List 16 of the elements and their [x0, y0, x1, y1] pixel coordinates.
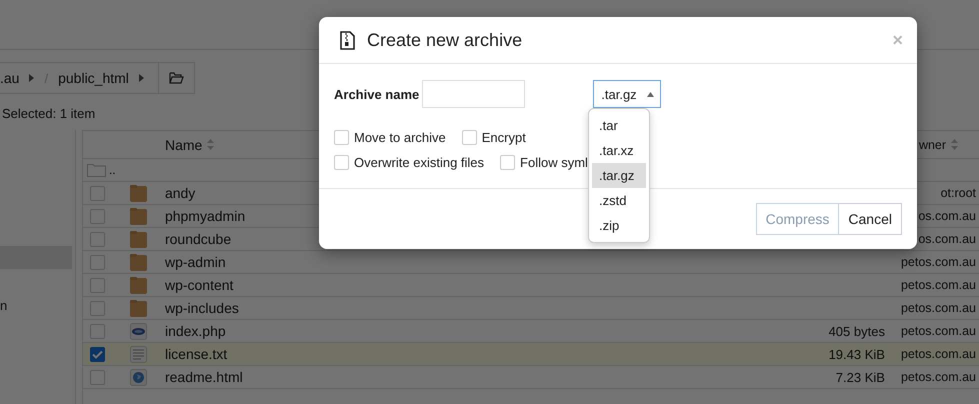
selection-status: Selected: 1 item	[2, 106, 96, 123]
file-owner: petos.com.au	[900, 278, 976, 292]
file-owner: ot:root	[940, 186, 976, 200]
file-size: 405 bytes	[828, 324, 885, 338]
file-size: 7.23 KiB	[836, 370, 885, 384]
file-owner: petos.com.au	[900, 324, 976, 338]
file-owner: petos.com.au	[900, 255, 976, 269]
file-owner: os.com.au	[918, 209, 976, 223]
path-separator: /	[44, 70, 48, 86]
file-owner: petos.com.au	[900, 347, 976, 361]
file-owner: petos.com.au	[900, 370, 976, 384]
file-owner: petos.com.au	[900, 301, 976, 315]
dialog-title: Create new archive	[367, 30, 524, 50]
file-owner: os.com.au	[918, 232, 976, 246]
file-size: 19.43 KiB	[828, 346, 885, 362]
field-label: Archive name	[334, 86, 420, 102]
